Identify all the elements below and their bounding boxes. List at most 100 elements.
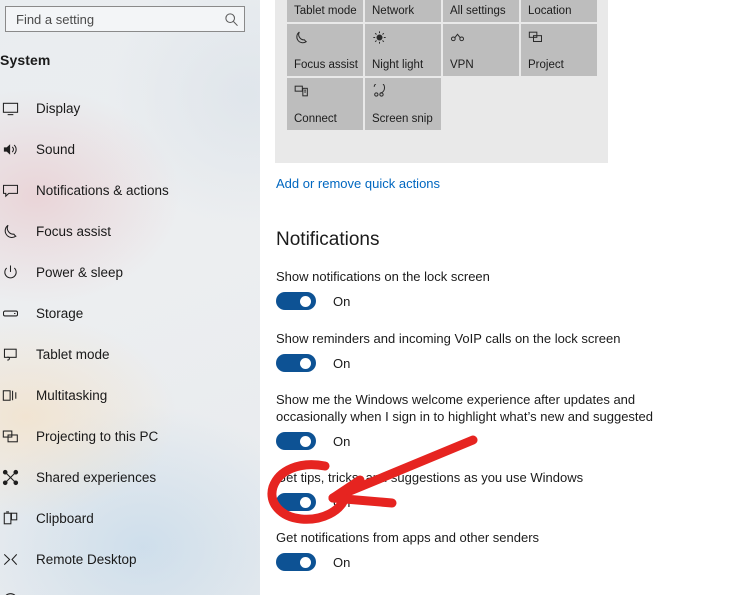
clipboard-icon [0, 510, 24, 527]
sidebar-item-clipboard[interactable]: Clipboard [0, 498, 260, 539]
sidebar-section-title: System [0, 52, 51, 68]
sidebar-item-power-sleep[interactable]: Power & sleep [0, 252, 260, 293]
tablet-icon [0, 346, 24, 363]
sidebar-item-label: Projecting to this PC [36, 429, 159, 444]
project-icon [0, 428, 24, 445]
quick-actions-panel: Tablet mode Network All settings Locatio… [275, 0, 608, 163]
setting-apps-other-senders: Get notifications from apps and other se… [276, 529, 696, 571]
multitasking-icon [0, 387, 24, 404]
sidebar-item-notifications[interactable]: Notifications & actions [0, 170, 260, 211]
sidebar-item-label: Power & sleep [36, 265, 124, 280]
connect-icon [294, 84, 309, 99]
quick-action-tile-screen-snip[interactable]: Screen snip [365, 78, 441, 130]
toggle-lock-screen-notifications[interactable] [276, 292, 316, 310]
setting-voip-lock-screen: Show reminders and incoming VoIP calls o… [276, 330, 696, 372]
moon-icon [0, 223, 24, 240]
sidebar-item-sound[interactable]: Sound [0, 129, 260, 170]
sidebar-item-label: Multitasking [36, 388, 108, 403]
sidebar-item-label: Shared experiences [36, 470, 157, 485]
search-input[interactable] [6, 7, 218, 31]
quick-actions-grid: Tablet mode Network All settings Locatio… [287, 0, 597, 130]
sidebar-item-storage[interactable]: Storage [0, 293, 260, 334]
moon-icon [294, 30, 309, 45]
toggle-row: On [276, 553, 696, 571]
sidebar-item-label: Remote Desktop [36, 552, 137, 567]
quick-action-tile-empty [521, 78, 597, 130]
quick-action-tile-night-light[interactable]: Night light [365, 24, 441, 76]
quick-action-label: Screen snip [372, 113, 433, 125]
quick-action-tile-focus-assist[interactable]: Focus assist [287, 24, 363, 76]
quick-action-label: Project [528, 59, 564, 71]
toggle-state-label: On [333, 433, 351, 449]
power-icon [0, 264, 24, 281]
sidebar-item-label: Storage [36, 306, 84, 321]
add-remove-quick-actions-link[interactable]: Add or remove quick actions [276, 176, 440, 191]
quick-action-tile-network[interactable]: Network [365, 0, 441, 22]
toggle-voip-lock-screen[interactable] [276, 354, 316, 372]
quick-action-label: Connect [294, 113, 337, 125]
setting-label: Show notifications on the lock screen [276, 269, 490, 284]
sidebar-item-label: Sound [36, 142, 76, 157]
monitor-icon [0, 100, 24, 117]
toggle-row: On [276, 292, 696, 310]
quick-action-label: Night light [372, 59, 424, 71]
sidebar-item-focus-assist[interactable]: Focus assist [0, 211, 260, 252]
quick-action-label: Network [372, 5, 415, 17]
sidebar-item-label: Notifications & actions [36, 183, 169, 198]
vpn-icon [450, 30, 465, 45]
quick-action-tile-empty [443, 78, 519, 130]
toggle-state-label: On [333, 355, 351, 371]
settings-sidebar: System Display [0, 0, 260, 595]
sidebar-item-remote-desktop[interactable]: Remote Desktop [0, 539, 260, 580]
toggle-state-label: On [333, 554, 351, 570]
setting-lock-screen-notifications: Show notifications on the lock screen On [276, 268, 696, 310]
search-icon[interactable] [218, 7, 244, 31]
setting-label: Show reminders and incoming VoIP calls o… [276, 331, 621, 346]
sidebar-item-label: Clipboard [36, 511, 94, 526]
toggle-apps-other-senders[interactable] [276, 553, 316, 571]
sidebar-item-shared-experiences[interactable]: Shared experiences [0, 457, 260, 498]
search-box[interactable] [5, 6, 245, 32]
sidebar-item-multitasking[interactable]: Multitasking [0, 375, 260, 416]
quick-action-label: Focus assist [294, 59, 358, 71]
setting-label: Get notifications from apps and other se… [276, 530, 540, 545]
sidebar-nav: Display Sound Notifications & actions Fo… [0, 88, 260, 595]
toggle-row: On [276, 432, 696, 450]
project-icon [528, 30, 543, 45]
quick-action-tile-connect[interactable]: Connect [287, 78, 363, 130]
sidebar-item-label: Focus assist [36, 224, 112, 239]
setting-label: Get tips, tricks, and suggestions as you… [276, 470, 584, 485]
setting-tips-tricks-suggestions: Get tips, tricks, and suggestions as you… [276, 469, 696, 511]
sidebar-item-label: Tablet mode [36, 347, 110, 362]
drive-icon [0, 305, 24, 322]
sidebar-item-projecting-to-this-pc[interactable]: Projecting to this PC [0, 416, 260, 457]
sidebar-item-label: Display [36, 101, 81, 116]
share-nodes-icon [0, 469, 24, 486]
quick-action-label: All settings [450, 5, 506, 17]
toggle-row: On [276, 354, 696, 372]
snip-icon [372, 84, 387, 99]
quick-action-tile-tablet-mode[interactable]: Tablet mode [287, 0, 363, 22]
quick-action-tile-vpn[interactable]: VPN [443, 24, 519, 76]
toggle-tips-tricks-suggestions[interactable] [276, 493, 316, 511]
toggle-row: On [276, 493, 696, 511]
remote-desktop-icon [0, 551, 24, 568]
sun-icon [372, 30, 387, 45]
quick-action-label: VPN [450, 59, 474, 71]
speaker-icon [0, 141, 24, 158]
setting-label: Show me the Windows welcome experience a… [276, 392, 653, 424]
setting-welcome-experience: Show me the Windows welcome experience a… [276, 391, 696, 450]
sidebar-item-tablet-mode[interactable]: Tablet mode [0, 334, 260, 375]
sidebar-item-about[interactable]: About [0, 580, 260, 595]
chat-bubble-icon [0, 182, 24, 199]
quick-action-tile-location[interactable]: Location [521, 0, 597, 22]
settings-content: Tablet mode Network All settings Locatio… [260, 0, 750, 595]
quick-action-tile-project[interactable]: Project [521, 24, 597, 76]
quick-action-label: Tablet mode [294, 5, 357, 17]
toggle-welcome-experience[interactable] [276, 432, 316, 450]
toggle-state-label: On [333, 494, 351, 510]
sidebar-item-display[interactable]: Display [0, 88, 260, 129]
notifications-section-title: Notifications [276, 229, 380, 250]
toggle-state-label: On [333, 293, 351, 309]
quick-action-tile-all-settings[interactable]: All settings [443, 0, 519, 22]
